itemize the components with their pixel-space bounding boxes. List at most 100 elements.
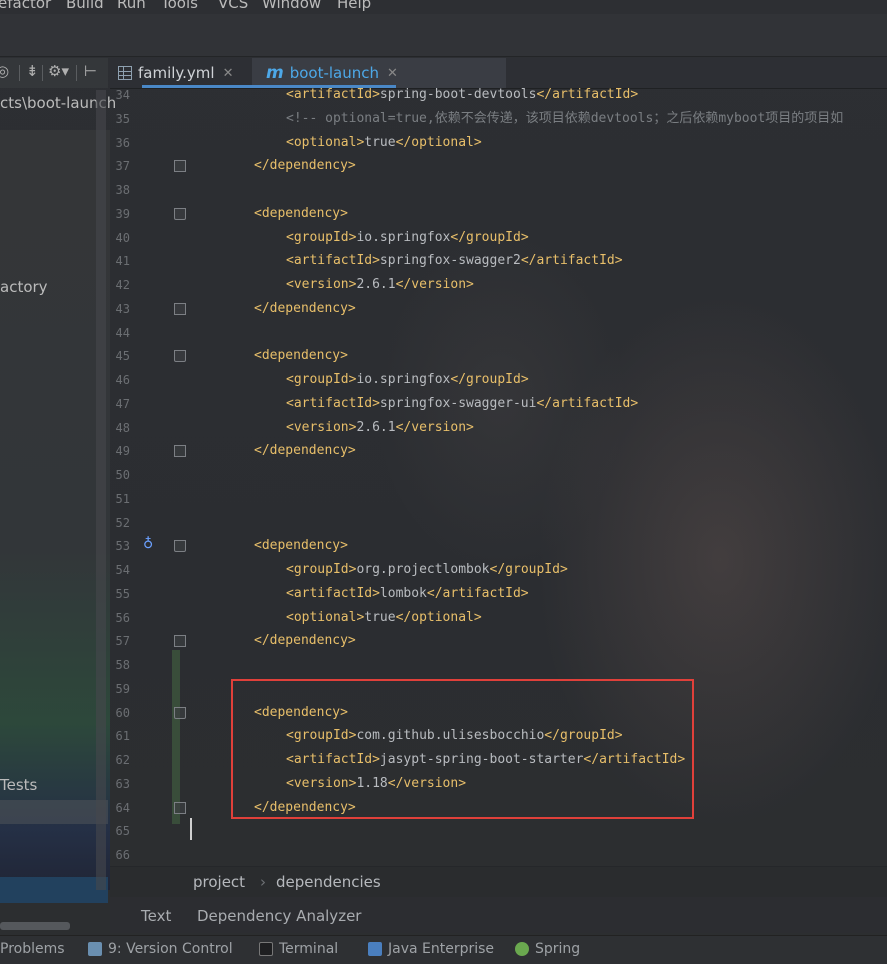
line-number[interactable]: 43 [110, 297, 130, 321]
code-line[interactable]: 45 <dependency> [0, 344, 887, 368]
line-number[interactable]: 62 [110, 748, 130, 772]
line-number[interactable]: 44 [110, 321, 130, 345]
code-line[interactable]: 47 <artifactId>springfox-swagger-ui</arti… [0, 392, 887, 416]
breadcrumb-dependencies[interactable]: dependencies [276, 873, 381, 891]
menu-window[interactable]: Window [262, 0, 321, 12]
line-number[interactable]: 58 [110, 653, 130, 677]
code-line[interactable]: 37 </dependency> [0, 154, 887, 178]
line-number[interactable]: 45 [110, 344, 130, 368]
tool-window-spring[interactable]: Spring [515, 941, 580, 957]
line-number[interactable]: 36 [110, 131, 130, 155]
code-line[interactable]: 38 [0, 178, 887, 202]
menu-tools[interactable]: Tools [161, 0, 198, 12]
tool-window-label: Java Enterprise [388, 941, 495, 957]
breadcrumb-project[interactable]: project [193, 873, 245, 891]
gear-icon[interactable]: ⚙▾ [48, 62, 69, 80]
line-number[interactable]: 41 [110, 249, 130, 273]
line-number[interactable]: 49 [110, 439, 130, 463]
tool-window-problems[interactable]: Problems [0, 941, 65, 957]
code-line[interactable]: 48 <version>2.6.1</version> [0, 416, 887, 440]
line-number[interactable]: 59 [110, 677, 130, 701]
line-number[interactable]: 65 [110, 819, 130, 843]
code-line[interactable]: 52 [0, 511, 887, 535]
line-number[interactable]: 48 [110, 416, 130, 440]
line-number[interactable]: 64 [110, 796, 130, 820]
close-icon[interactable]: ✕ [387, 66, 398, 81]
line-number[interactable]: 54 [110, 558, 130, 582]
code-line[interactable]: 58 [0, 653, 887, 677]
code-line[interactable]: 40 <groupId>io.springfox</groupId> [0, 226, 887, 250]
fold-collapse-icon[interactable] [174, 208, 186, 220]
menu-run[interactable]: Run [117, 0, 146, 12]
fold-collapse-icon[interactable] [174, 707, 186, 719]
tab-dependency-analyzer[interactable]: Dependency Analyzer [197, 907, 361, 925]
fold-end-icon[interactable] [174, 445, 186, 457]
code-line[interactable]: 54 <groupId>org.projectlombok</groupId> [0, 558, 887, 582]
code-line[interactable]: 55 <artifactId>lombok</artifactId> [0, 582, 887, 606]
line-number[interactable]: 60 [110, 701, 130, 725]
code-text: </dependency> [254, 629, 356, 653]
menu-refactor[interactable]: efactor [0, 0, 51, 12]
line-number[interactable]: 46 [110, 368, 130, 392]
xml-tag: </dependency> [254, 443, 356, 458]
xml-value: io.springfox [356, 372, 451, 387]
menu-help[interactable]: Help [337, 0, 371, 12]
xml-tag: <artifactId> [286, 396, 380, 411]
tree-highlight-row[interactable] [0, 877, 108, 903]
line-number[interactable]: 38 [110, 178, 130, 202]
line-number[interactable]: 40 [110, 226, 130, 250]
project-panel-tools: ◎ ⇟ ⚙▾ ⊢ [0, 62, 108, 84]
line-number[interactable]: 42 [110, 273, 130, 297]
code-line[interactable]: 42 <version>2.6.1</version> [0, 273, 887, 297]
code-line[interactable]: 39 <dependency> [0, 202, 887, 226]
line-number[interactable]: 63 [110, 772, 130, 796]
line-number[interactable]: 35 [110, 107, 130, 131]
tool-window-terminal[interactable]: Terminal [259, 941, 338, 957]
line-number[interactable]: 52 [110, 511, 130, 535]
fold-end-icon[interactable] [174, 160, 186, 172]
fold-collapse-icon[interactable] [174, 540, 186, 552]
code-line[interactable]: 41 <artifactId>springfox-swagger2</artifa… [0, 249, 887, 273]
menu-vcs[interactable]: VCS [218, 0, 248, 12]
fold-collapse-icon[interactable] [174, 350, 186, 362]
project-hscrollbar[interactable] [0, 922, 70, 930]
code-line[interactable]: 66 [0, 843, 887, 867]
code-line[interactable]: 51 [0, 487, 887, 511]
code-line[interactable]: 44 [0, 321, 887, 345]
code-line[interactable]: 65 [0, 819, 887, 843]
line-number[interactable]: 37 [110, 154, 130, 178]
fold-end-icon[interactable] [174, 635, 186, 647]
menu-build[interactable]: Build [66, 0, 104, 12]
line-number[interactable]: 47 [110, 392, 130, 416]
line-number[interactable]: 39 [110, 202, 130, 226]
code-line[interactable]: 35 <!-- optional=true,依赖不会传递，该项目依赖devtool… [0, 107, 887, 131]
close-icon[interactable]: ✕ [223, 66, 234, 81]
line-number[interactable]: 56 [110, 606, 130, 630]
code-line[interactable]: 56 <optional>true</optional> [0, 606, 887, 630]
line-number[interactable]: 61 [110, 724, 130, 748]
tool-window-java-enterprise[interactable]: Java Enterprise [368, 941, 494, 957]
fold-end-icon[interactable] [174, 303, 186, 315]
line-number[interactable]: 34 [110, 83, 130, 107]
line-number[interactable]: 50 [110, 463, 130, 487]
code-line[interactable]: 46 <groupId>io.springfox</groupId> [0, 368, 887, 392]
code-line[interactable]: 50 [0, 463, 887, 487]
code-line[interactable]: 34 <artifactId>spring-boot-devtools</arti… [0, 83, 887, 107]
code-line[interactable]: 49 </dependency> [0, 439, 887, 463]
line-number[interactable]: 53 [110, 534, 130, 558]
hide-panel-icon[interactable]: ⊢ [84, 62, 97, 80]
line-number[interactable]: 57 [110, 629, 130, 653]
scroll-from-source-icon[interactable]: ◎ [0, 62, 9, 80]
line-number[interactable]: 51 [110, 487, 130, 511]
code-line[interactable]: 36 <optional>true</optional> [0, 131, 887, 155]
line-number[interactable]: 66 [110, 843, 130, 867]
code-line[interactable]: 43 </dependency> [0, 297, 887, 321]
fold-end-icon[interactable] [174, 802, 186, 814]
tab-text[interactable]: Text [141, 907, 171, 925]
code-line[interactable]: 57 </dependency> [0, 629, 887, 653]
collapse-all-icon[interactable]: ⇟ [26, 62, 39, 80]
tool-window-version-control[interactable]: 9: Version Control [88, 941, 233, 957]
xml-tag: <version> [286, 420, 357, 435]
code-line[interactable]: 53 <dependency> [0, 534, 887, 558]
line-number[interactable]: 55 [110, 582, 130, 606]
